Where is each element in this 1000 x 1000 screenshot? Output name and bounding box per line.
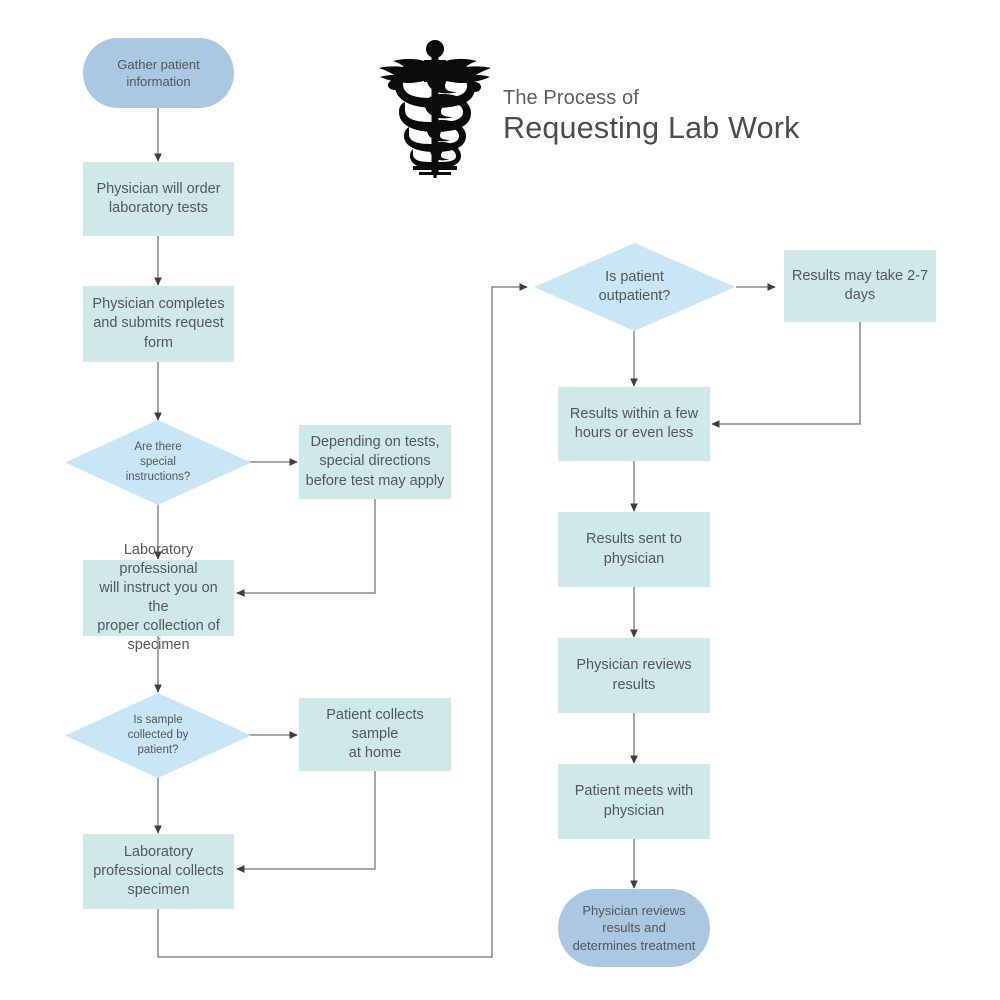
- node-label: Depending on tests, special directions b…: [305, 434, 445, 489]
- node-label: Physician reviews results: [576, 657, 692, 693]
- node-label: Is sample collected by patient?: [127, 713, 189, 757]
- page-title: The Process of Requesting Lab Work: [503, 87, 800, 146]
- title-main: Requesting Lab Work: [503, 111, 800, 145]
- node-label: Laboratory professional will instruct yo…: [97, 541, 220, 654]
- node-patient-meets-with-physician[interactable]: Patient meets with physician: [558, 764, 710, 839]
- node-label: Gather patient information: [117, 56, 200, 89]
- title-subtitle: The Process of: [503, 87, 639, 109]
- node-label: Patient meets with physician: [574, 783, 694, 819]
- node-label: Results may take 2-7 days: [791, 267, 929, 303]
- edge-n11-n12: [711, 322, 861, 428]
- edge-n8-n9: [236, 771, 376, 873]
- node-label: Laboratory professional collects specime…: [93, 843, 224, 899]
- node-label: Patient collects sample at home: [326, 706, 424, 762]
- node-label: Physician reviews results and determines…: [572, 903, 696, 953]
- node-label: Results within a few hours or even less: [569, 405, 699, 441]
- flowchart-canvas: The Process of Requesting Lab Work Gathe…: [0, 0, 1000, 1000]
- node-lab-professional-instructs-collection[interactable]: Laboratory professional will instruct yo…: [83, 542, 234, 653]
- node-physician-determines-treatment[interactable]: Physician reviews results and determines…: [558, 889, 710, 967]
- node-gather-patient-information[interactable]: Gather patient information: [83, 38, 234, 108]
- node-is-patient-outpatient[interactable]: Is patient outpatient?: [534, 243, 735, 331]
- node-label: Are there special instructions?: [125, 440, 191, 484]
- node-patient-collects-sample-at-home[interactable]: Patient collects sample at home: [299, 698, 451, 771]
- node-are-there-special-instructions[interactable]: Are there special instructions?: [65, 420, 251, 505]
- node-label: Is patient outpatient?: [598, 268, 671, 304]
- node-results-may-take-2-7-days[interactable]: Results may take 2-7 days: [784, 250, 936, 322]
- edge-n5-n6: [236, 499, 376, 597]
- node-lab-professional-collects-specimen[interactable]: Laboratory professional collects specime…: [83, 834, 234, 909]
- node-results-sent-to-physician[interactable]: Results sent to physician: [558, 512, 710, 587]
- node-label: Physician completes and submits request …: [92, 296, 225, 351]
- node-label: Physician will order laboratory tests: [96, 180, 221, 216]
- node-label: Results sent to physician: [586, 531, 682, 567]
- node-is-sample-collected-by-patient[interactable]: Is sample collected by patient?: [65, 693, 251, 778]
- node-depending-on-tests-special-directions[interactable]: Depending on tests, special directions b…: [299, 425, 451, 499]
- node-physician-completes-request-form[interactable]: Physician completes and submits request …: [83, 286, 234, 362]
- node-results-within-a-few-hours[interactable]: Results within a few hours or even less: [558, 387, 710, 461]
- node-physician-reviews-results[interactable]: Physician reviews results: [558, 638, 710, 713]
- caduceus-icon: [379, 40, 491, 178]
- node-physician-will-order-tests[interactable]: Physician will order laboratory tests: [83, 162, 234, 236]
